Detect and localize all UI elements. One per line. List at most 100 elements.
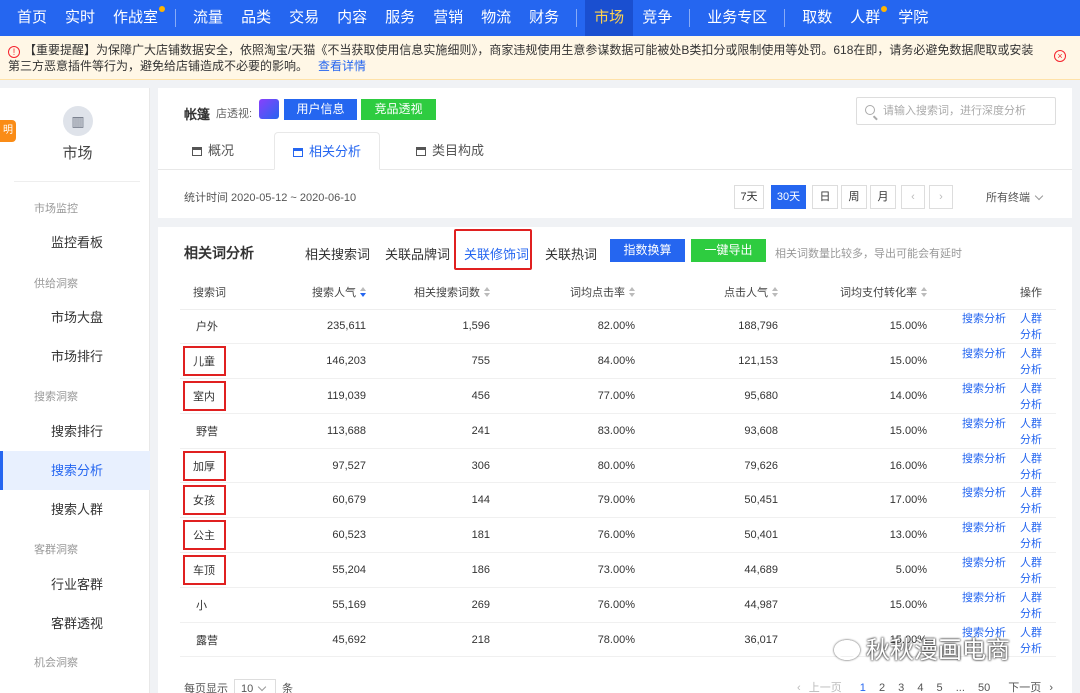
col-ctr[interactable]: 词均点击率 <box>504 275 649 310</box>
header-card: 帐篷 店透视: 用户信息 竞品透视 请输入搜索词，进行深度分析 概况 相关分析 … <box>158 88 1072 218</box>
page-5[interactable]: 5 <box>937 682 943 693</box>
nav-crowd[interactable]: 人群 <box>841 0 889 36</box>
shop-logo-icon[interactable] <box>259 99 279 119</box>
chevron-down-icon <box>258 682 267 692</box>
notice-banner: ! 【重要提醒】为保障广大店铺数据安全，依照淘宝/天猫《不当获取使用信息实施细则》… <box>0 36 1080 80</box>
cell-search-popularity: 235,611 <box>276 309 380 345</box>
page-4[interactable]: 4 <box>917 682 923 693</box>
subtab-related-search[interactable]: 相关搜索词 <box>305 244 370 263</box>
search-input[interactable]: 请输入搜索词，进行深度分析 <box>856 97 1056 125</box>
per-page-label: 每页显示 <box>184 683 228 693</box>
sidebar-item-customer-insight[interactable]: 客群透视 <box>0 604 150 643</box>
table-body: 户外 235,611 1,596 82.00% 188,796 15.00% 搜索分析 人群分… <box>180 309 1056 658</box>
search-analysis-link[interactable]: 搜索分析 <box>962 487 1006 499</box>
sidebar-item-search-analysis[interactable]: 搜索分析 <box>0 451 150 490</box>
crowd-analysis-link[interactable]: 人群分析 <box>1020 557 1042 585</box>
period-month[interactable]: 月 <box>870 185 896 209</box>
period-30d[interactable]: 30天 <box>771 185 806 209</box>
search-analysis-link[interactable]: 搜索分析 <box>962 383 1006 395</box>
search-analysis-link[interactable]: 搜索分析 <box>962 313 1006 325</box>
terminal-value: 所有终端 <box>986 192 1030 204</box>
crowd-analysis-link[interactable]: 人群分析 <box>1020 383 1042 411</box>
nav-realtime[interactable]: 实时 <box>56 0 104 36</box>
period-day[interactable]: 日 <box>812 185 838 209</box>
sidebar-item-market-overview[interactable]: 市场大盘 <box>0 298 150 337</box>
crowd-analysis-link[interactable]: 人群分析 <box>1020 313 1042 341</box>
nav-war-room[interactable]: 作战室 <box>104 0 167 36</box>
crowd-analysis-link[interactable]: 人群分析 <box>1020 522 1042 550</box>
page-50[interactable]: 50 <box>978 682 990 693</box>
crowd-analysis-link[interactable]: 人群分析 <box>1020 487 1042 515</box>
nav-academy[interactable]: 学院 <box>889 0 937 36</box>
nav-transaction[interactable]: 交易 <box>280 0 328 36</box>
sidebar-item-search-crowd[interactable]: 搜索人群 <box>0 490 150 529</box>
user-info-button[interactable]: 用户信息 <box>284 99 357 120</box>
sidebar-item-search-ranking[interactable]: 搜索排行 <box>0 412 150 451</box>
sort-icon <box>360 286 366 297</box>
nav-content[interactable]: 内容 <box>328 0 376 36</box>
next-period-icon[interactable]: › <box>929 185 953 209</box>
nav-service[interactable]: 服务 <box>376 0 424 36</box>
nav-market[interactable]: 市场 <box>585 0 634 36</box>
search-analysis-link[interactable]: 搜索分析 <box>962 348 1006 360</box>
close-icon[interactable]: × <box>1054 50 1066 62</box>
cell-search-popularity: 119,039 <box>276 378 380 414</box>
prev-page-button[interactable]: ‹ 上一页 <box>797 682 847 693</box>
terminal-select[interactable]: 所有终端 <box>986 189 1044 205</box>
nav-traffic[interactable]: 流量 <box>184 0 232 36</box>
col-label: 点击人气 <box>724 286 768 299</box>
col-conversion[interactable]: 词均支付转化率 <box>792 275 941 310</box>
tab-related-analysis[interactable]: 相关分析 <box>274 132 381 170</box>
search-analysis-link[interactable]: 搜索分析 <box>962 522 1006 534</box>
export-button[interactable]: 一键导出 <box>691 239 766 262</box>
period-7d[interactable]: 7天 <box>734 185 764 209</box>
nav-business-zone[interactable]: 业务专区 <box>698 0 776 36</box>
sidebar-item-market-ranking[interactable]: 市场排行 <box>0 337 150 376</box>
crowd-analysis-link[interactable]: 人群分析 <box>1020 627 1042 655</box>
nav-finance[interactable]: 财务 <box>520 0 568 36</box>
col-click-popularity[interactable]: 点击人气 <box>649 275 792 310</box>
new-dot-icon <box>159 6 166 12</box>
nav-logistics[interactable]: 物流 <box>472 0 520 36</box>
page-2[interactable]: 2 <box>879 682 885 693</box>
tab-category-composition[interactable]: 类目构成 <box>416 132 484 170</box>
cell-search-popularity: 113,688 <box>276 413 380 449</box>
page-3[interactable]: 3 <box>898 682 904 693</box>
cell-ctr: 84.00% <box>504 343 649 380</box>
cell-related-count: 241 <box>380 413 504 449</box>
search-analysis-link[interactable]: 搜索分析 <box>962 453 1006 465</box>
period-week[interactable]: 周 <box>841 185 867 209</box>
nav-home[interactable]: 首页 <box>8 0 56 36</box>
col-label: 词均支付转化率 <box>840 286 917 299</box>
nav-fetch-data[interactable]: 取数 <box>793 0 841 36</box>
prev-period-icon[interactable]: ‹ <box>901 185 925 209</box>
next-page-button[interactable]: 下一页 › <box>1003 682 1053 693</box>
page-1[interactable]: 1 <box>860 682 866 693</box>
subtab-brand[interactable]: 关联品牌词 <box>385 244 450 263</box>
side-float-tab[interactable]: 明 <box>0 120 16 142</box>
cell-ctr: 76.00% <box>504 587 649 623</box>
search-analysis-link[interactable]: 搜索分析 <box>962 592 1006 604</box>
cell-click-popularity: 44,987 <box>649 587 792 623</box>
table-row: 室内 119,039 456 77.00% 95,680 14.00% 搜索分析 人群分析 <box>180 378 1056 414</box>
nav-marketing[interactable]: 营销 <box>424 0 472 36</box>
tab-overview[interactable]: 概况 <box>192 132 234 170</box>
col-search-popularity[interactable]: 搜索人气 <box>276 275 380 310</box>
sidebar-item-monitor-board[interactable]: 监控看板 <box>0 223 150 262</box>
page-size-select[interactable]: 10 <box>234 679 276 693</box>
crowd-analysis-link[interactable]: 人群分析 <box>1020 453 1042 481</box>
search-analysis-link[interactable]: 搜索分析 <box>962 418 1006 430</box>
crowd-analysis-link[interactable]: 人群分析 <box>1020 348 1042 376</box>
notice-details-link[interactable]: 查看详情 <box>318 59 366 73</box>
col-related-count[interactable]: 相关搜索词数 <box>380 275 504 310</box>
competitor-button[interactable]: 竞品透视 <box>361 99 436 120</box>
nav-competition[interactable]: 竞争 <box>633 0 681 36</box>
search-analysis-link[interactable]: 搜索分析 <box>962 557 1006 569</box>
subtab-hot-words[interactable]: 关联热词 <box>545 244 597 263</box>
sidebar-item-industry-customers[interactable]: 行业客群 <box>0 565 150 604</box>
crowd-analysis-link[interactable]: 人群分析 <box>1020 592 1042 620</box>
index-convert-button[interactable]: 指数换算 <box>610 239 685 262</box>
nav-category[interactable]: 品类 <box>232 0 280 36</box>
nav-divider <box>784 9 786 27</box>
crowd-analysis-link[interactable]: 人群分析 <box>1020 418 1042 446</box>
